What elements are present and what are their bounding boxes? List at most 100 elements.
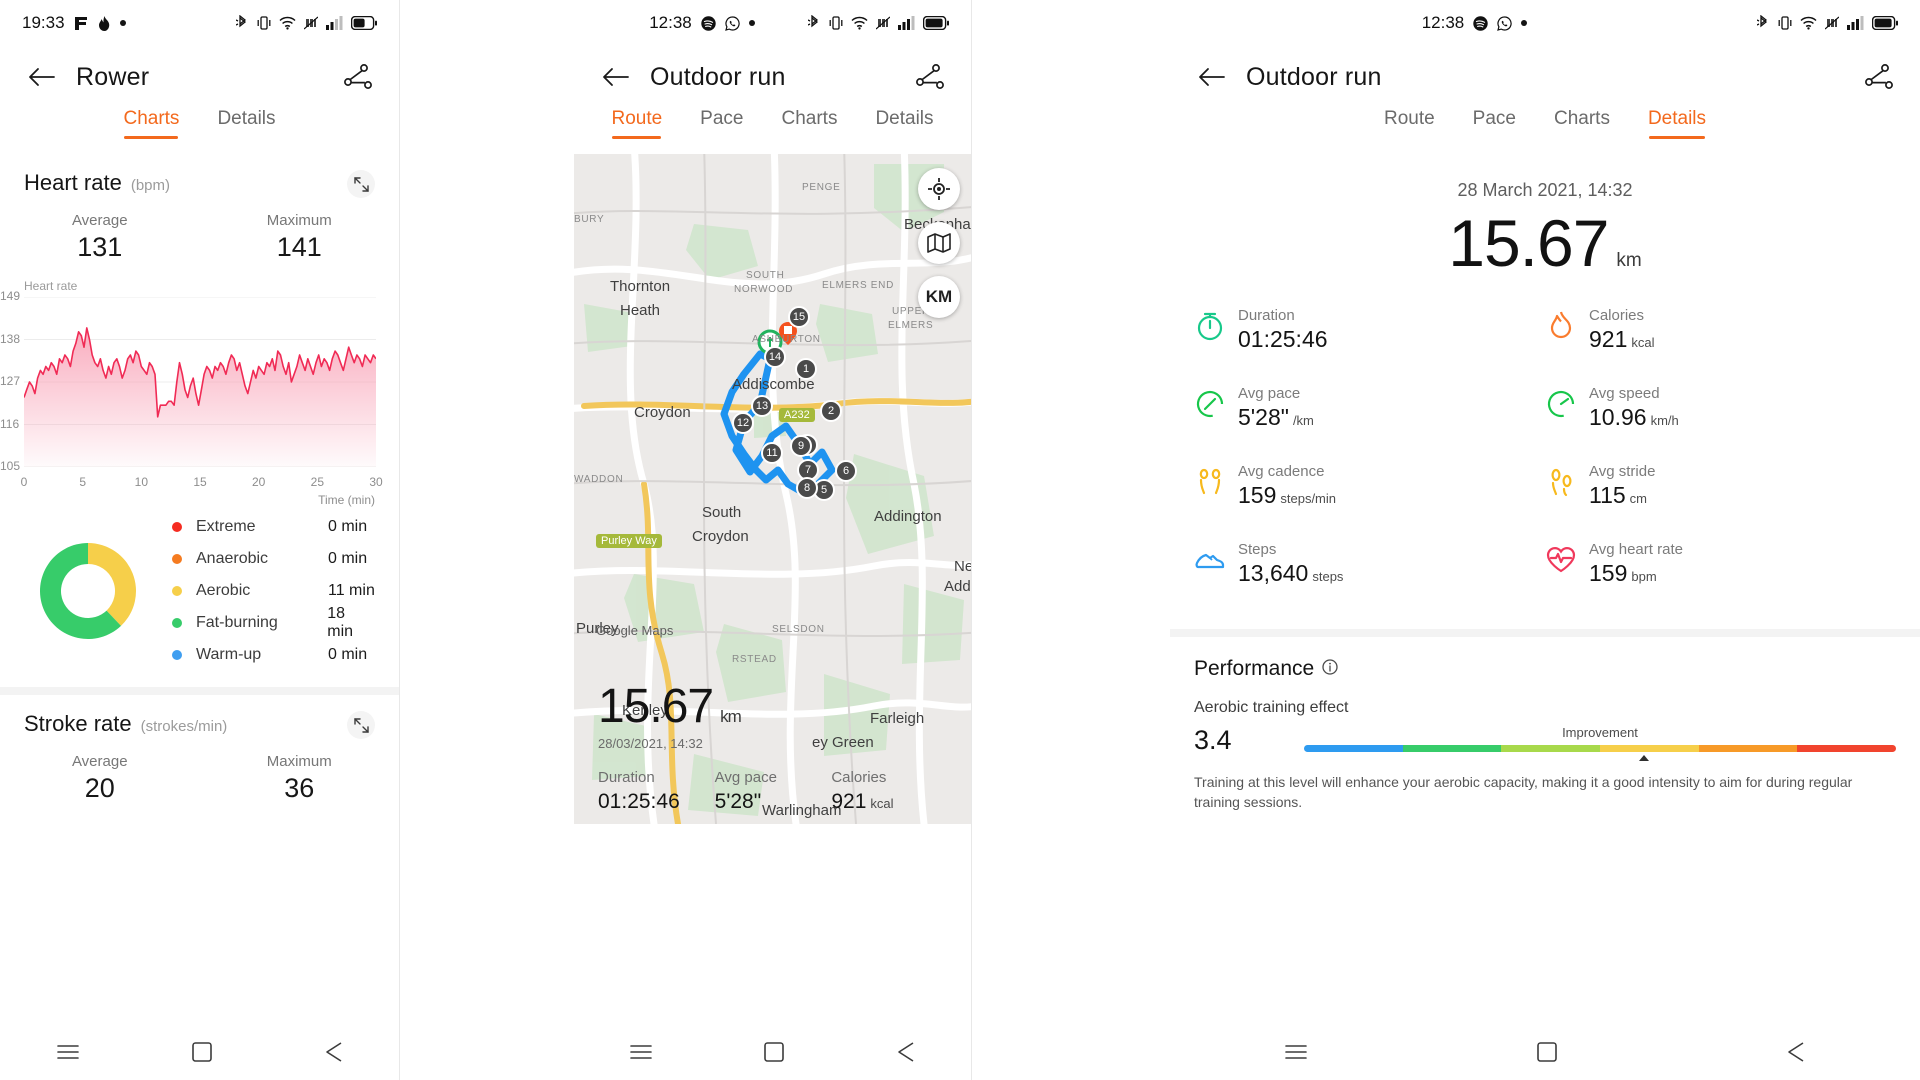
map-place-label: A232 [779,408,815,422]
map-place-label: NORWOOD [734,284,794,295]
tab-details[interactable]: Details [1648,108,1706,139]
status-left: 12:38 [1192,13,1757,33]
tab-details[interactable]: Details [217,108,275,139]
hr-maximum: Maximum 141 [200,212,400,263]
map-place-label: Thornton [610,278,671,295]
route-marker[interactable]: 15 [788,306,810,328]
metric-value: 13,640 steps [1238,560,1344,586]
route-marker[interactable]: 8 [796,477,818,499]
route-marker[interactable]: 1 [795,358,817,380]
expand-icon[interactable] [347,711,375,739]
dot-icon [119,20,126,26]
zone-name: Anaerobic [196,550,269,567]
route-stat-label: Avg pace [714,769,777,786]
home-icon[interactable] [1537,1041,1557,1067]
status-time: 19:33 [22,13,65,32]
layers-button[interactable] [918,222,960,264]
hr-xtick: 25 [310,475,325,489]
tab-route[interactable]: Route [611,108,662,139]
route-distance-value: 15.67 [598,680,714,733]
tab-pace[interactable]: Pace [700,108,743,139]
zone-name: Warm-up [196,646,262,663]
route-stat: Avg pace 5'28" [715,769,832,814]
map-place-label: WADDON [574,474,624,485]
zone-value: 0 min [328,518,368,535]
zone-color-dot [172,586,182,596]
home-icon[interactable] [191,1041,212,1067]
tab-details[interactable]: Details [875,108,933,139]
map-controls: KM [918,168,960,318]
route-marker[interactable]: 9 [790,435,812,457]
home-icon[interactable] [764,1041,785,1067]
nav-bar-rower [0,1028,399,1080]
metric-cell: Avg heart rate 159 bpm [1545,541,1896,587]
back-triangle-icon[interactable] [325,1041,343,1067]
metric-value: 5'28"/km [1238,404,1314,430]
hr-xtick: 15 [193,475,207,489]
expand-icon[interactable] [347,170,375,198]
route-map[interactable]: PENGEBeckenhamBURYThorntonHeathSOUTHNORW… [574,154,971,824]
hr-ytick: 138 [0,331,21,346]
route-stat-label: Calories [831,769,887,786]
map-place-label: Croydon [692,528,749,545]
stride-icon [1545,466,1577,498]
route-marker[interactable]: 2 [820,400,842,422]
heart-rate-chart: Heart rate 105 116 127 138 149 0 5 10 15 20 25 30 … [0,279,399,507]
route-marker[interactable]: 6 [835,460,857,482]
zone-legend-row: Fat-burning 18 min [172,605,375,640]
vibrate-icon [1778,15,1792,31]
zone-legend-row: Extreme 0 min [172,511,375,543]
back-arrow-icon[interactable] [24,60,58,94]
info-icon[interactable] [1322,658,1338,680]
tab-route[interactable]: Route [1384,108,1435,139]
tab-charts[interactable]: Charts [123,108,179,139]
tab-pace[interactable]: Pace [1473,108,1516,139]
back-arrow-icon[interactable] [598,60,632,94]
performance-marker [1639,755,1650,761]
map-place-label: Heath [620,302,661,319]
route-marker[interactable]: 12 [732,412,754,434]
route-marker[interactable]: 13 [751,395,773,417]
pace-gauge-icon [1194,388,1226,420]
map-place-label: ASHBURTON [752,334,821,345]
metric-value: 921 kcal [1589,326,1655,352]
wifi-icon [851,16,868,30]
back-arrow-icon[interactable] [1194,60,1228,94]
tabs-rower: Charts Details [0,108,399,154]
tab-charts[interactable]: Charts [1554,108,1610,139]
spotify-icon [701,15,716,31]
unit-button[interactable]: KM [918,276,960,318]
locate-button[interactable] [918,168,960,210]
menu-icon[interactable] [56,1044,79,1065]
route-stats: Duration 01:25:46 Avg pace 5'28" Calories 921… [598,769,948,814]
menu-icon[interactable] [1285,1044,1307,1065]
share-icon[interactable] [341,60,375,94]
status-bar-details: 12:38 [1170,0,1920,46]
panel-details: 12:38 Outdoor run Route Pace Charts Deta… [1170,0,1920,1080]
metric-cell: Avg stride 115 cm [1545,463,1896,509]
gap-2 [972,0,1170,1080]
menu-icon[interactable] [630,1044,652,1065]
tab-charts[interactable]: Charts [781,108,837,139]
f-logo-icon [74,16,89,31]
hr-average-value: 131 [77,232,123,262]
performance-score: 3.4 [1194,725,1232,755]
route-marker[interactable]: 11 [761,442,783,464]
hr-average-label: Average [71,212,128,229]
zone-legend-row: Aerobic 11 min [172,575,375,607]
performance-bar-segment [1402,745,1502,752]
metric-cell: Steps 13,640 steps [1194,541,1545,587]
nfc-off-icon [876,16,890,30]
performance-description: Training at this level will enhance your… [1194,774,1853,811]
route-marker[interactable]: 14 [764,346,786,368]
share-icon[interactable] [913,60,947,94]
metric-label: Avg pace [1238,385,1301,402]
back-triangle-icon[interactable] [1787,1041,1805,1067]
gap-1 [400,0,574,1080]
zone-value: 0 min [328,550,368,567]
vibrate-icon [829,15,843,31]
back-triangle-icon[interactable] [897,1041,915,1067]
hr-chart-xticks: 0 5 10 15 20 25 30 [21,475,383,491]
screenshot-root: 19:33 Rower Charts Details Heart rate (b… [0,0,1920,1080]
share-icon[interactable] [1862,60,1896,94]
